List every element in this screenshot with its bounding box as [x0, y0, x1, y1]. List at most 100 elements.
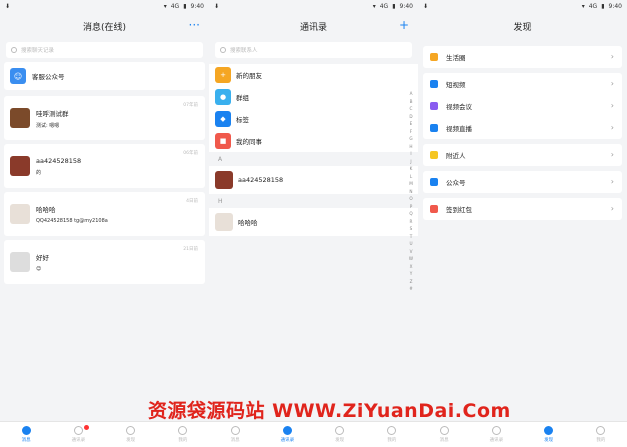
- index-letter[interactable]: G: [409, 135, 412, 143]
- index-letter[interactable]: Z: [410, 278, 413, 286]
- index-letter[interactable]: S: [410, 225, 413, 233]
- discover-item-icon: [430, 102, 438, 110]
- user-avatar: [215, 213, 233, 231]
- chat-name: aa424528158: [36, 156, 82, 165]
- discover-item-label: 公众号: [446, 179, 466, 187]
- chat-item-hahaha[interactable]: 哈哈哈 QQ424528158 tg@my2108a 4日前: [4, 192, 205, 236]
- index-letter[interactable]: U: [409, 240, 412, 248]
- search-input[interactable]: 搜索联系人: [215, 42, 412, 58]
- index-letter[interactable]: H: [409, 143, 412, 151]
- more-icon[interactable]: ···: [189, 18, 200, 32]
- tab-me[interactable]: 我的: [157, 422, 209, 447]
- index-letter[interactable]: J: [410, 158, 411, 166]
- discover-item[interactable]: 生活圈 ›: [423, 46, 622, 68]
- tab-messages[interactable]: 消息: [418, 422, 470, 447]
- contact-item-colleagues[interactable]: ■ 我的同事: [209, 130, 418, 152]
- index-letter[interactable]: #: [409, 285, 413, 293]
- alphabet-index[interactable]: A B C D E F G H I J K L M N O P Q R S T U V W X Y Z #: [407, 90, 415, 293]
- index-letter[interactable]: L: [410, 173, 412, 181]
- section-header-h: H: [218, 197, 223, 205]
- index-letter[interactable]: V: [410, 248, 413, 256]
- compass-icon: [335, 426, 345, 435]
- index-letter[interactable]: W: [409, 255, 413, 263]
- tab-bar: 消息 通讯录 发现 我的: [209, 421, 418, 447]
- compass-icon: [126, 426, 136, 435]
- discover-group: 短视频 › 视频会议 › 视频直播 ›: [423, 73, 622, 139]
- discover-item[interactable]: 短视频 ›: [423, 73, 622, 95]
- index-letter[interactable]: B: [410, 98, 413, 106]
- contact-row[interactable]: aa424528158: [209, 166, 418, 194]
- tab-bar: 消息 通讯录 发现 我的: [418, 421, 627, 447]
- contacts-screen: ⬇ ▾ 4G ▮ 9:40 通讯录 + 搜索联系人 + 新的朋友 ● 群组 ◆ 标签 ■ 我的…: [209, 0, 418, 447]
- index-letter[interactable]: A: [410, 90, 413, 98]
- sim-label: 4G: [379, 2, 389, 10]
- index-letter[interactable]: T: [410, 233, 413, 241]
- chevron-right-icon: ›: [610, 177, 614, 186]
- status-bar: ⬇ ▾ 4G ▮ 9:40: [0, 0, 209, 12]
- chat-icon: [230, 426, 240, 435]
- profile-icon: [178, 426, 188, 435]
- user-avatar: [215, 171, 233, 189]
- discover-item[interactable]: 视频直播 ›: [423, 117, 622, 139]
- download-icon: ⬇: [423, 2, 429, 10]
- tab-messages[interactable]: 消息: [209, 422, 261, 447]
- discover-item[interactable]: 附近人 ›: [423, 144, 622, 166]
- add-contact-icon[interactable]: +: [399, 18, 409, 32]
- tab-discover[interactable]: 发现: [523, 422, 575, 447]
- index-letter[interactable]: D: [409, 113, 412, 121]
- tab-contacts[interactable]: 通讯录: [52, 422, 104, 447]
- tag-icon: ◆: [215, 111, 231, 127]
- unread-badge: [84, 425, 90, 430]
- page-title: 通讯录: [299, 22, 327, 33]
- contact-item-groups[interactable]: ● 群组: [209, 86, 418, 108]
- tab-contacts[interactable]: 通讯录: [261, 422, 313, 447]
- chat-item-haohao[interactable]: 好好 😊 21日前: [4, 240, 205, 284]
- index-letter[interactable]: N: [409, 188, 412, 196]
- index-letter[interactable]: Q: [409, 210, 412, 218]
- discover-item[interactable]: 公众号 ›: [423, 171, 622, 193]
- user-avatar: [10, 156, 30, 176]
- discover-group: 签到红包 ›: [423, 198, 622, 220]
- tab-bar: 消息 通讯录 发现 我的: [0, 421, 209, 447]
- contact-item-tags[interactable]: ◆ 标签: [209, 108, 418, 130]
- tab-contacts[interactable]: 通讯录: [470, 422, 522, 447]
- colleagues-icon: ■: [215, 133, 231, 149]
- index-letter[interactable]: R: [410, 218, 413, 226]
- tab-messages[interactable]: 消息: [0, 422, 52, 447]
- contact-item-new-friends[interactable]: + 新的朋友: [209, 64, 418, 86]
- discover-item[interactable]: 视频会议 ›: [423, 95, 622, 117]
- discover-item-label: 短视频: [446, 81, 466, 89]
- index-letter[interactable]: O: [409, 195, 412, 203]
- clock: 9:40: [190, 2, 204, 10]
- index-letter[interactable]: C: [410, 105, 413, 113]
- contact-row[interactable]: 哈哈哈: [209, 208, 418, 236]
- index-letter[interactable]: P: [410, 203, 413, 211]
- index-letter[interactable]: X: [410, 263, 413, 271]
- discover-item-icon: [430, 53, 438, 61]
- service-account-row[interactable]: ☺ 客服公众号: [4, 62, 205, 90]
- discover-item-icon: [430, 124, 438, 132]
- index-letter[interactable]: I: [410, 150, 411, 158]
- discover-item[interactable]: 签到红包 ›: [423, 198, 622, 220]
- index-letter[interactable]: F: [410, 128, 412, 136]
- service-label: 客服公众号: [32, 73, 65, 81]
- download-icon: ⬇: [5, 2, 11, 10]
- tab-me[interactable]: 我的: [366, 422, 418, 447]
- chat-icon: [439, 426, 449, 435]
- index-letter[interactable]: M: [409, 180, 413, 188]
- tab-me[interactable]: 我的: [575, 422, 627, 447]
- index-letter[interactable]: K: [410, 165, 413, 173]
- compass-icon: [544, 426, 554, 435]
- discover-item-icon: [430, 205, 438, 213]
- tab-discover[interactable]: 发现: [105, 422, 157, 447]
- discover-item-label: 签到红包: [446, 206, 472, 214]
- chat-item-group[interactable]: 哇呼测试群 测试: 嗯嗯 07年前: [4, 96, 205, 140]
- tab-discover[interactable]: 发现: [314, 422, 366, 447]
- index-letter[interactable]: E: [410, 120, 413, 128]
- group-icon: ●: [215, 89, 231, 105]
- discover-item-label: 附近人: [446, 152, 466, 160]
- chat-item-aa[interactable]: aa424528158 的 06年前: [4, 144, 205, 188]
- index-letter[interactable]: Y: [410, 270, 413, 278]
- discover-item-icon: [430, 80, 438, 88]
- search-input[interactable]: 搜索聊天记录: [6, 42, 203, 58]
